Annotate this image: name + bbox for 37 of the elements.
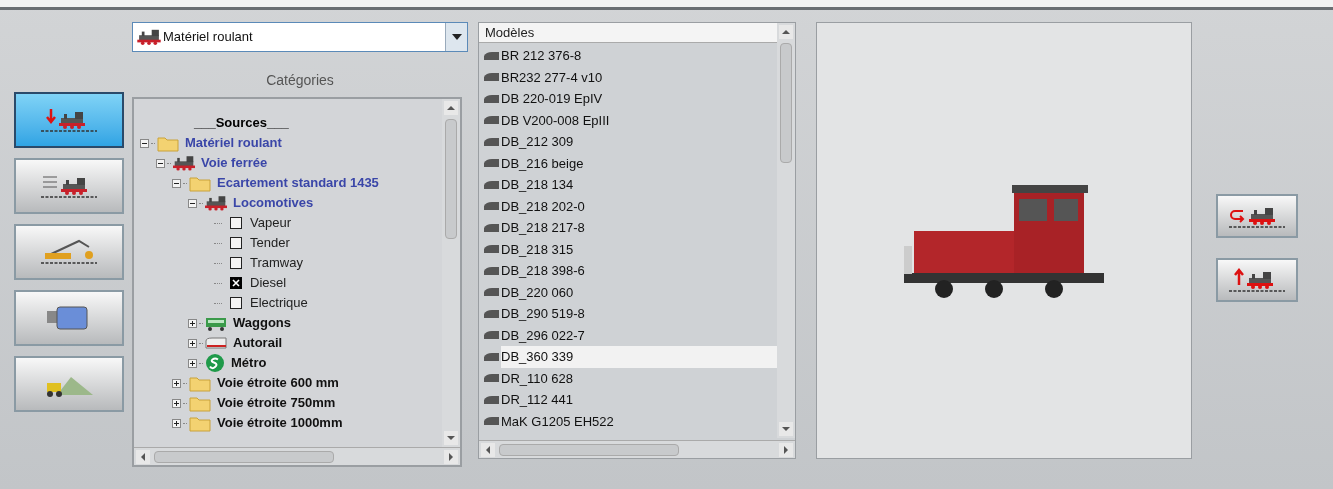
checkbox-label: Tender xyxy=(250,234,290,253)
model-item[interactable]: DB_216 beige xyxy=(501,152,777,174)
model-item[interactable]: DR_112 441 xyxy=(501,389,777,411)
tree-item[interactable]: Métro xyxy=(231,353,267,373)
tree-item[interactable]: Voie étroite 1000mm xyxy=(217,413,343,433)
tree-item[interactable]: Locomotives xyxy=(233,193,314,213)
tree-item[interactable]: Matériel roulant xyxy=(185,133,282,153)
checkbox-label: Diesel xyxy=(250,274,287,293)
model-item[interactable]: DB 220-019 EpIV xyxy=(501,88,777,110)
model-item[interactable]: BR 212 376-8 xyxy=(501,45,777,67)
tree-item[interactable]: Ecartement standard 1435 xyxy=(217,173,379,193)
model-item[interactable]: DB_220 060 xyxy=(501,281,777,303)
tree-item[interactable]: Waggons xyxy=(233,313,291,333)
checkbox-label: Vapeur xyxy=(250,214,291,233)
list-header: Modèles xyxy=(479,23,777,43)
tree-item[interactable]: Autorail xyxy=(233,333,283,353)
model-item[interactable]: DB_218 398-6 xyxy=(501,260,777,282)
tree-item[interactable]: Voie ferrée xyxy=(201,153,268,173)
categories-title: Catégories xyxy=(265,71,335,90)
tree-item[interactable]: Voie étroite 600 mm xyxy=(217,373,339,393)
category-dropdown[interactable]: Matériel roulant xyxy=(132,22,468,52)
model-item[interactable]: DB_218 315 xyxy=(501,238,777,260)
model-item[interactable]: MaK G1205 EH522 xyxy=(501,410,777,432)
model-item[interactable]: DR_110 628 xyxy=(501,367,777,389)
checkbox-label: Tramway xyxy=(250,254,303,273)
tree-heading: ___Sources___ xyxy=(194,114,289,133)
model-item[interactable]: DB_296 022-7 xyxy=(501,324,777,346)
model-item[interactable]: DB_290 519-8 xyxy=(501,303,777,325)
model-item[interactable]: DB V200-008 EpIII xyxy=(501,109,777,131)
model-item[interactable]: DB_218 134 xyxy=(501,174,777,196)
tree-item[interactable]: Voie étroite 750mm xyxy=(217,393,336,413)
model-item[interactable]: DB_212 309 xyxy=(501,131,777,153)
model-item[interactable]: DB_360 339 xyxy=(501,346,777,368)
model-item[interactable]: BR232 277-4 v10 xyxy=(501,66,777,88)
model-item[interactable]: DB_218 217-8 xyxy=(501,217,777,239)
model-item[interactable]: DB_218 202-0 xyxy=(501,195,777,217)
checkbox-label: Electrique xyxy=(250,294,308,313)
